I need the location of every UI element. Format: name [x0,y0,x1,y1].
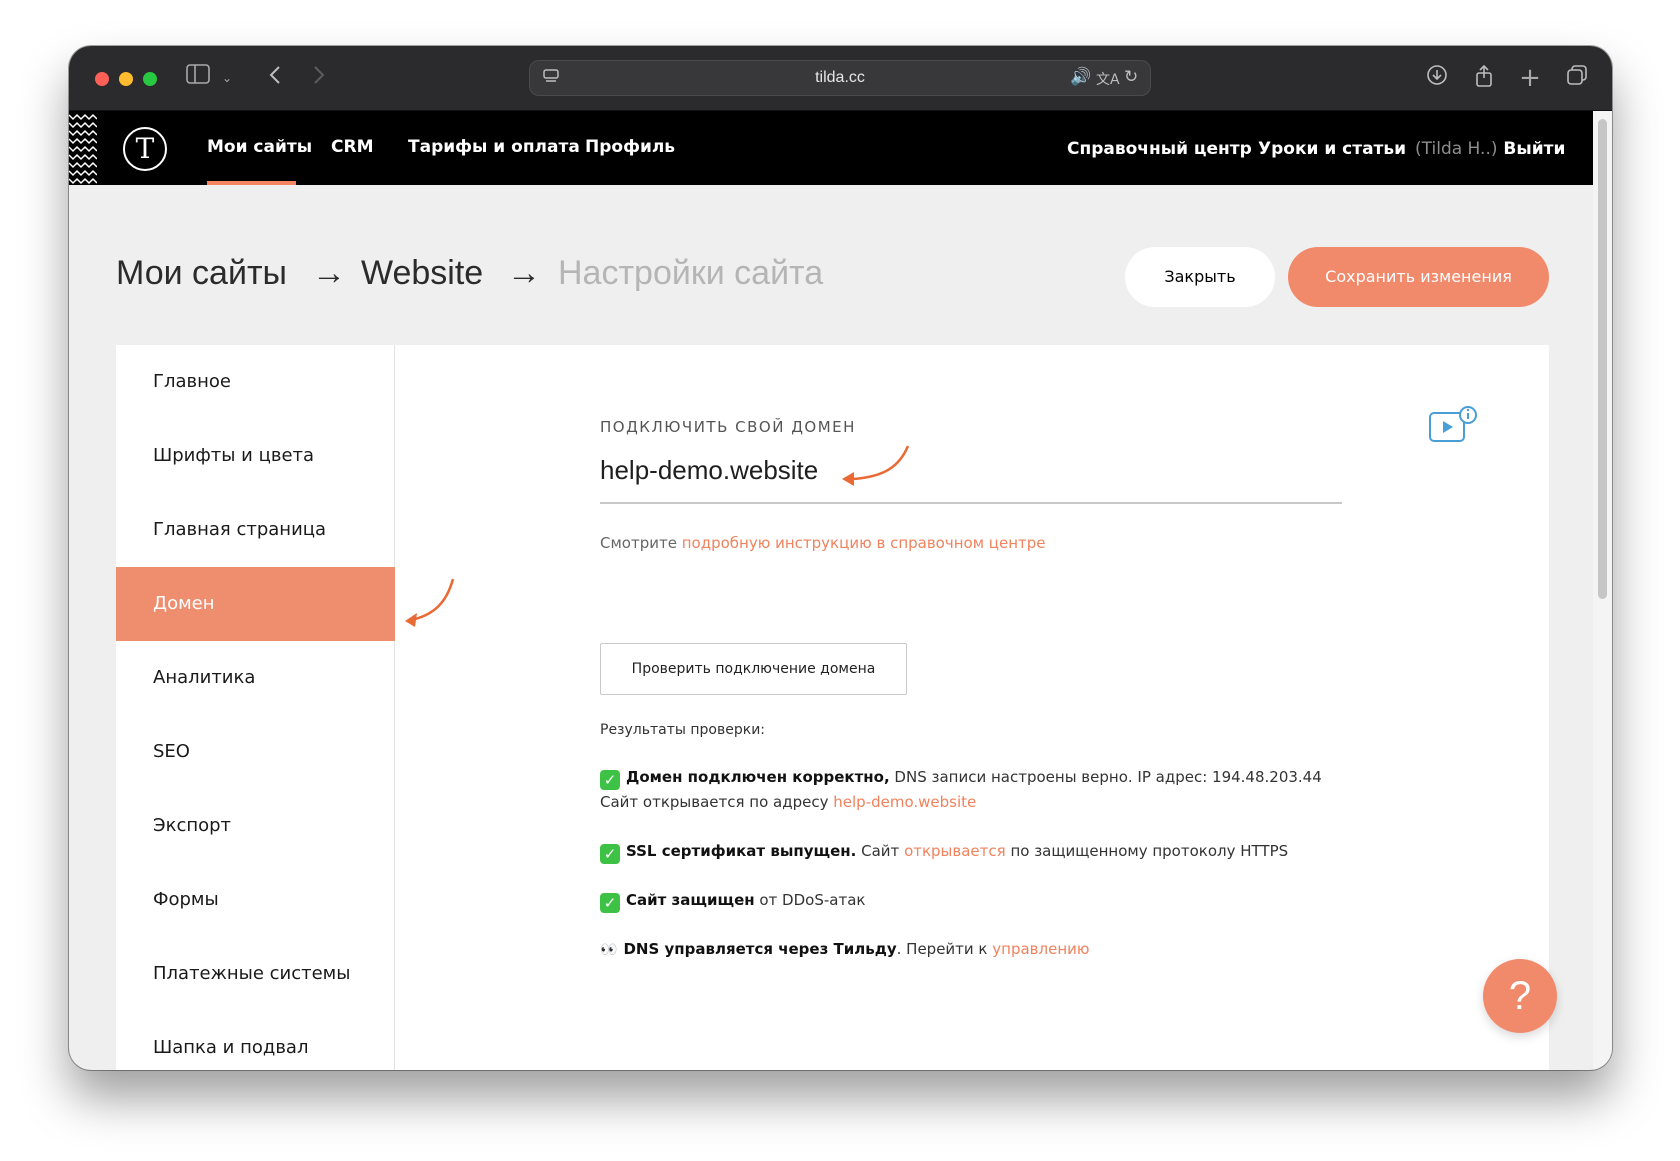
sidebar-item-forms[interactable]: Формы [116,863,395,937]
result-bold: Домен подключен корректно, [626,768,890,786]
page-scrollbar[interactable] [1593,111,1612,1070]
save-changes-button[interactable]: Сохранить изменения [1288,247,1549,307]
nav-logout[interactable]: Выйти [1503,139,1565,159]
domain-hint: Смотрите подробную инструкцию в справочн… [600,534,1046,552]
nav-tariffs[interactable]: Тарифы и оплата [408,137,580,157]
https-open-link[interactable]: открывается [904,842,1006,860]
check-icon: ✓ [600,770,620,790]
sidebar-item-seo[interactable]: SEO [116,715,395,789]
result-bold: SSL сертификат выпущен. [626,842,857,860]
settings-panel: Главное Шрифты и цвета Главная страница … [116,345,1549,1070]
zoom-window-button[interactable] [143,72,157,86]
breadcrumb-separator: → [507,254,541,292]
breadcrumb-site-settings: Настройки сайта [558,254,824,292]
sidebar-item-fonts-colors[interactable]: Шрифты и цвета [116,419,395,493]
new-tab-icon[interactable]: + [1517,64,1543,92]
browser-toolbar: ⌄ tilda.cc 🔊 文A ↻ + [69,46,1612,111]
help-button[interactable]: ? [1483,959,1557,1033]
video-tutorial-icon[interactable] [1428,405,1480,445]
result-text: Сайт открывается по адресу [600,793,829,811]
result-text: . Перейти к [896,940,988,958]
domain-input-underline [600,502,1342,504]
site-address-link[interactable]: help-demo.website [833,793,976,811]
address-bar[interactable]: tilda.cc 🔊 文A ↻ [529,60,1151,96]
result-dns: 👀 DNS управляется через Тильду. Перейти к… [600,937,1090,963]
breadcrumb-separator: → [312,254,346,292]
result-ddos: ✓ Сайт защищен от DDoS-атак [600,888,865,913]
sidebar-item-header-footer[interactable]: Шапка и подвал [116,1011,395,1070]
check-icon: ✓ [600,844,620,864]
minimize-window-button[interactable] [119,72,133,86]
check-domain-button[interactable]: Проверить подключение домена [600,643,907,695]
back-icon[interactable] [265,64,285,94]
domain-input[interactable]: help-demo.website [600,455,818,486]
scrollbar-thumb[interactable] [1598,119,1607,599]
reload-icon[interactable]: ↻ [1124,67,1138,87]
sidebar-item-export[interactable]: Экспорт [116,789,395,863]
results-title: Результаты проверки: [600,722,766,738]
share-icon[interactable] [1471,64,1497,96]
sidebar-item-payment-systems[interactable]: Платежные системы [116,937,395,1011]
sidebar-item-domain[interactable]: Домен [116,567,395,641]
domain-settings: ПОДКЛЮЧИТЬ СВОЙ ДОМЕН help-demo.website … [396,345,1549,1070]
domain-label: ПОДКЛЮЧИТЬ СВОЙ ДОМЕН [600,418,856,436]
eyes-icon: 👀 [600,942,618,958]
result-text: от DDoS-атак [754,891,866,909]
result-ssl: ✓ SSL сертификат выпущен. Сайт открываетс… [600,839,1288,864]
nav-my-sites[interactable]: Мои сайты [207,137,312,157]
speaker-icon[interactable]: 🔊 [1070,67,1091,87]
result-text: по защищенному протоколу HTTPS [1005,842,1289,860]
result-text: Сайт [856,842,900,860]
breadcrumb-my-sites[interactable]: Мои сайты [116,254,287,293]
tilda-logo[interactable]: T [123,127,167,171]
help-instruction-link[interactable]: подробную инструкцию в справочном центре [682,534,1046,552]
nav-user-name: (Tilda H..) [1415,139,1498,159]
sidebar-item-homepage[interactable]: Главная страница [116,493,395,567]
result-domain-connected: ✓ Домен подключен корректно, DNS записи н… [600,765,1322,815]
nav-lessons[interactable]: Уроки и статьи [1258,139,1406,159]
zigzag-decoration [69,113,97,185]
nav-profile[interactable]: Профиль [585,137,675,157]
breadcrumb-website[interactable]: Website [361,254,483,293]
tab-overview-icon[interactable] [1564,64,1590,94]
settings-sidebar: Главное Шрифты и цвета Главная страница … [116,345,395,1070]
domain-hint-text: Смотрите [600,534,677,552]
nav-crm[interactable]: CRM [331,137,373,157]
close-window-button[interactable] [95,72,109,86]
sidebar-item-analytics[interactable]: Аналитика [116,641,395,715]
annotation-arrow-icon [842,445,910,486]
nav-help-center[interactable]: Справочный центр [1067,139,1252,159]
browser-window: ⌄ tilda.cc 🔊 文A ↻ + T Мои сайты CRM Тари… [69,46,1612,1070]
url-text: tilda.cc [815,69,865,86]
chevron-down-icon[interactable]: ⌄ [219,64,235,92]
forward-icon[interactable] [309,64,329,94]
sidebar-toggle-icon[interactable] [185,64,211,92]
result-text: DNS записи настроены верно. IP адрес: 19… [889,768,1322,786]
dns-management-link[interactable]: управлению [992,940,1089,958]
translate-icon[interactable]: 文A [1096,69,1120,89]
sidebar-item-main[interactable]: Главное [116,345,395,419]
result-bold: Сайт защищен [626,891,755,909]
close-button[interactable]: Закрыть [1125,247,1275,307]
site-navbar: T Мои сайты CRM Тарифы и оплата Профиль … [69,111,1593,185]
nav-active-indicator [207,181,296,185]
result-bold: DNS управляется через Тильду [623,940,897,958]
download-icon[interactable] [1424,64,1450,94]
check-icon: ✓ [600,893,620,913]
